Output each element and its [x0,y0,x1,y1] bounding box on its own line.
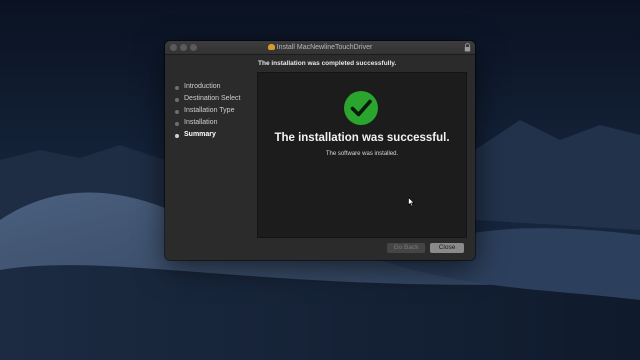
window-title: Install MacNewlineTouchDriver [165,42,475,53]
success-title: The installation was successful. [274,132,450,144]
step-label: Installation Type [184,107,235,114]
desktop: Install MacNewlineTouchDriver The instal… [0,0,640,360]
step-installation: Installation [173,117,258,129]
step-dot-active [175,133,179,138]
header-message: The installation was completed successfu… [258,60,397,67]
step-introduction: Introduction [173,81,258,93]
step-dot [175,85,179,90]
step-destination-select: Destination Select [173,93,258,105]
step-label: Summary [184,131,216,138]
step-summary: Summary [173,129,258,141]
step-label: Destination Select [184,95,241,102]
step-dot [175,109,179,114]
step-label: Introduction [184,83,221,90]
window-title-text: Install MacNewlineTouchDriver [276,44,373,51]
step-installation-type: Installation Type [173,105,258,117]
mouse-pointer-icon [408,197,415,207]
step-dot [175,121,179,126]
success-subtitle: The software was installed. [325,151,399,157]
step-label: Installation [184,119,218,126]
step-dot [175,97,179,102]
lock-icon[interactable] [464,43,471,52]
checkmark-circle-icon [344,91,378,125]
package-icon [267,44,275,50]
go-back-button[interactable]: Go Back [387,243,425,253]
steps-sidebar: Introduction Destination Select Installa… [173,81,258,141]
close-button[interactable]: Close [430,243,464,253]
summary-panel: The installation was successful. The sof… [257,72,467,238]
installer-window: Install MacNewlineTouchDriver The instal… [165,41,475,260]
title-bar[interactable]: Install MacNewlineTouchDriver [165,41,475,55]
